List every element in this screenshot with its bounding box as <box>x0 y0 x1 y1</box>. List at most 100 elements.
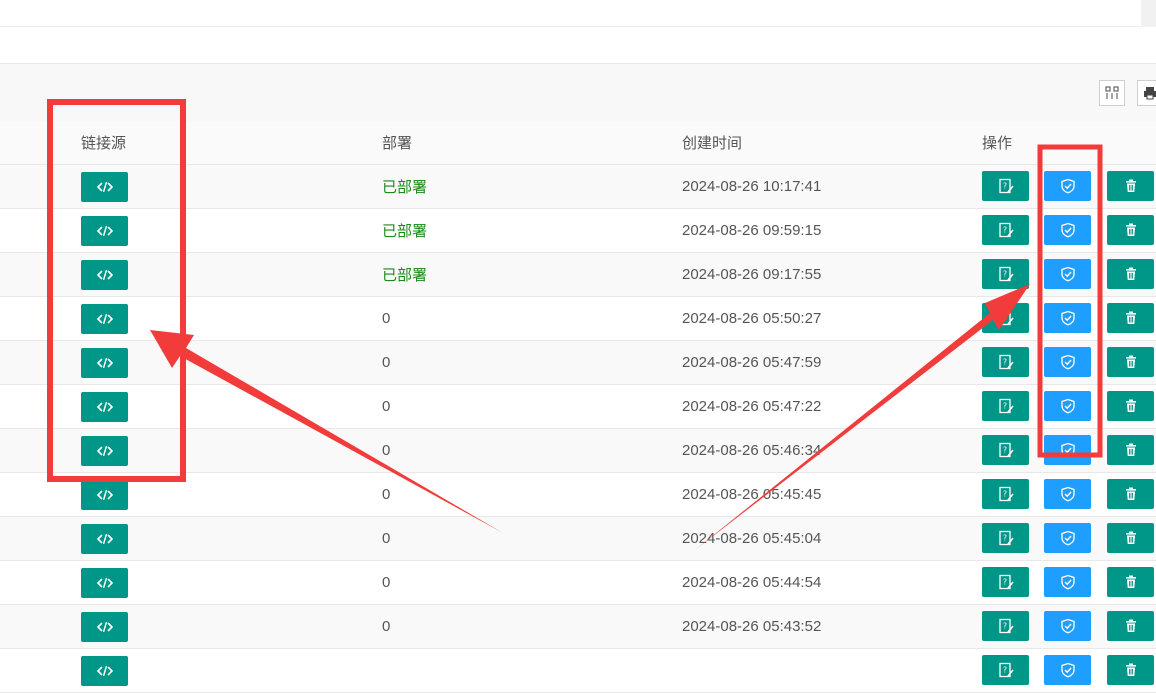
security-button[interactable] <box>1044 655 1091 685</box>
code-icon <box>96 489 113 500</box>
delete-button[interactable] <box>1107 611 1154 641</box>
deploy-status: 0 <box>382 574 391 591</box>
edit-button[interactable]: ? <box>982 391 1029 421</box>
code-icon <box>96 225 113 236</box>
delete-button[interactable] <box>1107 215 1154 245</box>
security-button[interactable] <box>1044 259 1091 289</box>
svg-text:?: ? <box>1002 402 1006 411</box>
view-source-button[interactable] <box>81 347 128 378</box>
delete-button[interactable] <box>1107 435 1154 465</box>
row-actions: ? <box>982 209 1156 252</box>
view-source-button[interactable] <box>81 567 128 598</box>
view-source-button[interactable] <box>81 523 128 554</box>
print-button[interactable] <box>1137 80 1156 106</box>
header-deploy[interactable]: 部署 <box>382 121 682 165</box>
actions-cell: ? <box>982 472 1156 517</box>
actions-cell: ? <box>982 384 1156 429</box>
delete-button[interactable] <box>1107 523 1154 553</box>
delete-button[interactable] <box>1107 347 1154 377</box>
edit-button[interactable]: ? <box>982 259 1029 289</box>
delete-button[interactable] <box>1107 655 1154 685</box>
created-time-cell: 2024-08-26 05:47:59 <box>682 340 982 385</box>
created-time: 2024-08-26 09:17:55 <box>682 266 822 283</box>
header-link-source[interactable]: 链接源 <box>81 121 382 165</box>
link-source-cell <box>81 560 382 605</box>
security-button[interactable] <box>1044 303 1091 333</box>
edit-button[interactable]: ? <box>982 347 1029 377</box>
deploy-cell: 0 <box>382 428 682 473</box>
view-source-button[interactable] <box>81 259 128 290</box>
table-row: 0 2024-08-26 05:45:45? <box>0 472 1156 517</box>
created-time: 2024-08-26 10:17:41 <box>682 178 822 195</box>
view-source-button[interactable] <box>81 171 128 202</box>
delete-button[interactable] <box>1107 171 1154 201</box>
sub-bar <box>0 27 1156 64</box>
edit-button[interactable]: ? <box>982 435 1029 465</box>
svg-text:?: ? <box>1002 226 1006 235</box>
created-time: 2024-08-26 05:46:34 <box>682 442 822 459</box>
edit-icon: ? <box>998 618 1014 634</box>
shield-check-icon <box>1060 266 1075 282</box>
delete-button[interactable] <box>1107 567 1154 597</box>
edit-button[interactable]: ? <box>982 479 1029 509</box>
view-source-button[interactable] <box>81 303 128 334</box>
row-spacer <box>0 384 81 429</box>
columns-filter-button[interactable] <box>1099 80 1125 106</box>
delete-button[interactable] <box>1107 303 1154 333</box>
shield-check-icon <box>1060 354 1075 370</box>
trash-icon <box>1125 355 1136 368</box>
svg-text:?: ? <box>1002 490 1006 499</box>
security-button[interactable] <box>1044 567 1091 597</box>
created-time-cell: 2024-08-26 10:17:41 <box>682 164 982 209</box>
row-spacer <box>0 472 81 517</box>
actions-cell: ? <box>982 252 1156 297</box>
delete-button[interactable] <box>1107 479 1154 509</box>
link-source-cell <box>81 296 382 341</box>
deploy-status: 已部署 <box>382 179 428 196</box>
table-row: 0 2024-08-26 05:50:27? <box>0 296 1156 341</box>
security-button[interactable] <box>1044 347 1091 377</box>
security-button[interactable] <box>1044 171 1091 201</box>
view-source-button[interactable] <box>81 611 128 642</box>
deploy-cell: 0 <box>382 604 682 649</box>
edit-button[interactable]: ? <box>982 523 1029 553</box>
delete-button[interactable] <box>1107 391 1154 421</box>
view-source-button[interactable] <box>81 215 128 246</box>
edit-button[interactable]: ? <box>982 303 1029 333</box>
edit-button[interactable]: ? <box>982 567 1029 597</box>
link-source-cell <box>81 384 382 429</box>
security-button[interactable] <box>1044 479 1091 509</box>
security-button[interactable] <box>1044 523 1091 553</box>
security-button[interactable] <box>1044 611 1091 641</box>
edit-button[interactable]: ? <box>982 655 1029 685</box>
created-time: 2024-08-26 05:50:27 <box>682 310 822 327</box>
svg-text:?: ? <box>1002 622 1006 631</box>
view-source-button[interactable] <box>81 435 128 466</box>
security-button[interactable] <box>1044 391 1091 421</box>
view-source-button[interactable] <box>81 479 128 510</box>
shield-check-icon <box>1060 178 1075 194</box>
shield-check-icon <box>1060 486 1075 502</box>
security-button[interactable] <box>1044 435 1091 465</box>
trash-icon <box>1125 399 1136 412</box>
view-source-button[interactable] <box>81 391 128 422</box>
edit-button[interactable]: ? <box>982 611 1029 641</box>
edit-button[interactable]: ? <box>982 171 1029 201</box>
created-time-cell <box>682 648 982 693</box>
edit-button[interactable]: ? <box>982 215 1029 245</box>
data-table: 链接源 部署 创建时间 操作 已部署 2024-08-26 10:17:41? 已部… <box>0 121 1156 693</box>
header-created-time[interactable]: 创建时间 <box>682 121 982 165</box>
delete-button[interactable] <box>1107 259 1154 289</box>
actions-cell: ? <box>982 560 1156 605</box>
security-button[interactable] <box>1044 215 1091 245</box>
table-row: 已部署 2024-08-26 10:17:41? <box>0 164 1156 209</box>
created-time-cell: 2024-08-26 05:45:04 <box>682 516 982 561</box>
shield-check-icon <box>1060 618 1075 634</box>
deploy-status: 0 <box>382 354 391 371</box>
row-spacer <box>0 252 81 297</box>
row-actions: ? <box>982 165 1156 208</box>
row-actions: ? <box>982 253 1156 296</box>
row-spacer <box>0 604 81 649</box>
view-source-button[interactable] <box>81 655 128 686</box>
table-row: 0 2024-08-26 05:47:59? <box>0 340 1156 385</box>
